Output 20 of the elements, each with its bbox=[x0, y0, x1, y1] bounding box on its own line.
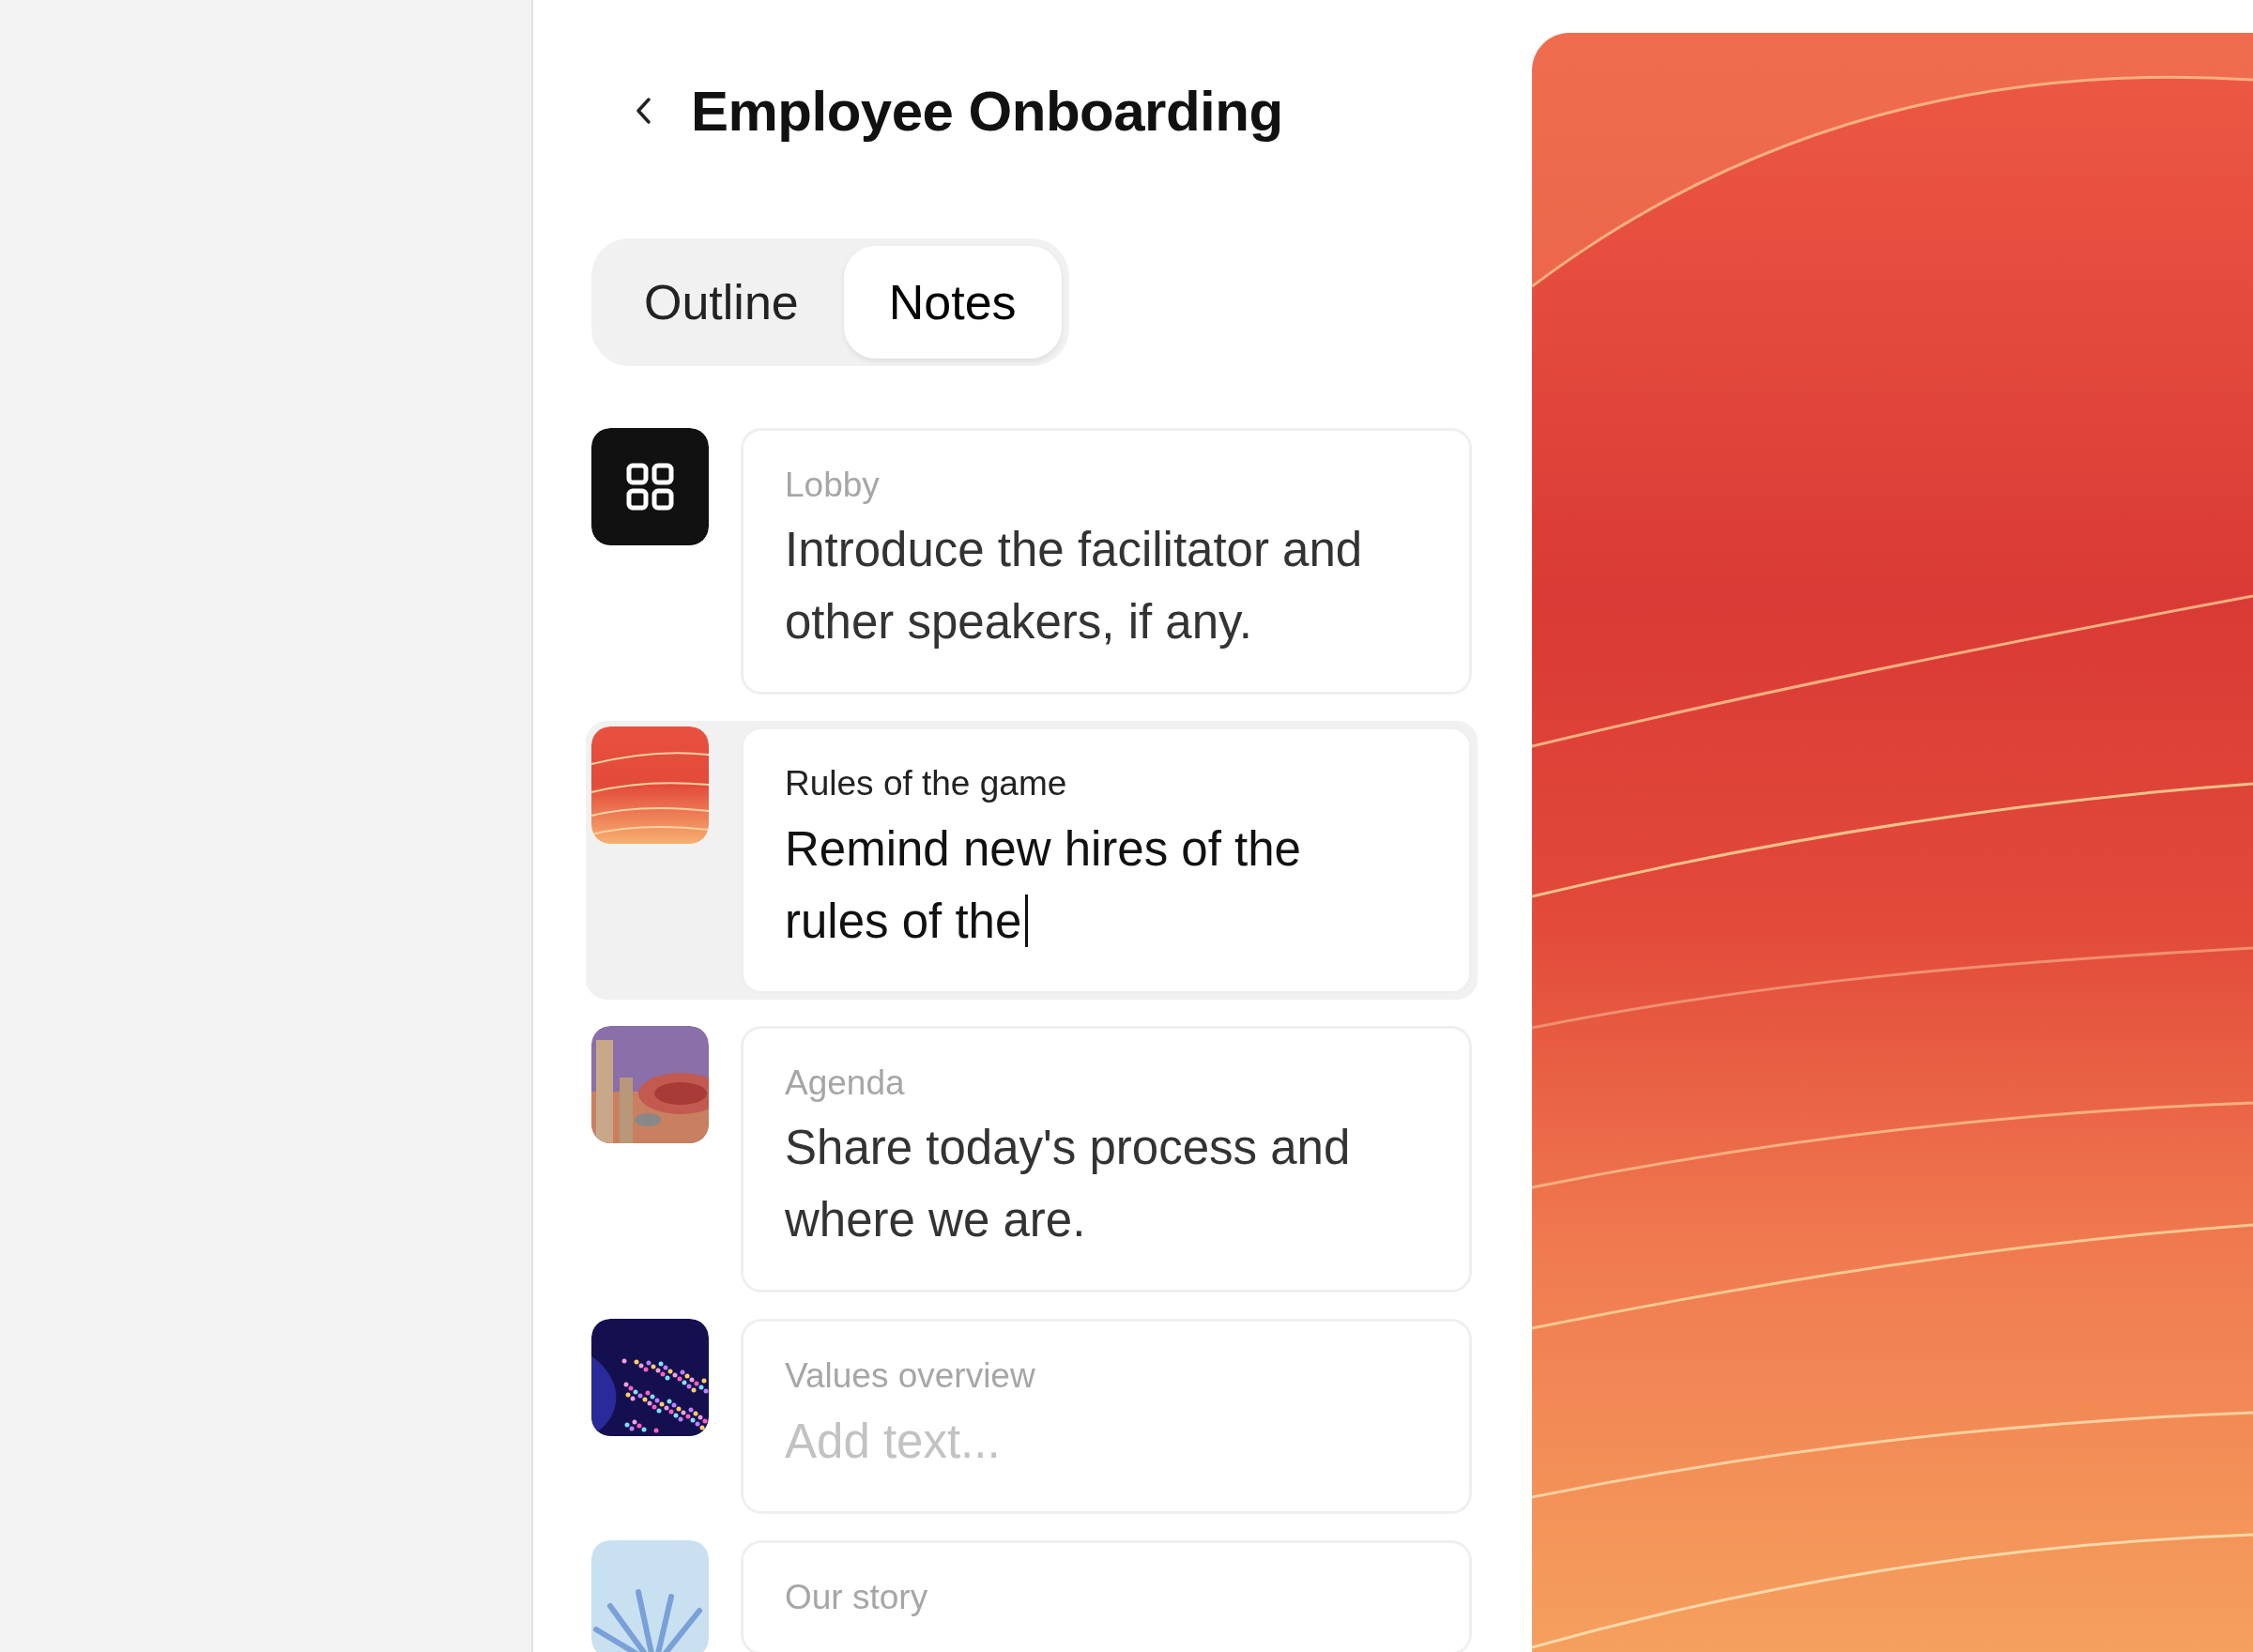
slide-title: Values overview bbox=[785, 1355, 1036, 1398]
note-text: Share today's process and where we are. bbox=[785, 1120, 1352, 1249]
slide-thumbnail[interactable] bbox=[591, 1319, 709, 1437]
note-text: Remind new hires of the rules of the bbox=[785, 812, 1404, 957]
view-tab[interactable]: Notes bbox=[843, 246, 1062, 359]
note-text: Introduce the facilitator and other speakers, if any. bbox=[785, 522, 1364, 651]
slide-thumbnail[interactable] bbox=[591, 727, 709, 845]
note-field[interactable]: Agenda Share today's process and where we are. bbox=[741, 1025, 1472, 1293]
presentation-title: Employee Onboarding bbox=[691, 78, 1283, 144]
slide-title: Lobby bbox=[785, 465, 881, 506]
placeholder-text: Add text... bbox=[785, 1413, 1002, 1470]
grid-icon[interactable] bbox=[591, 428, 709, 545]
note-field[interactable]: Rules of the game Remind new hires of the rules of the bbox=[741, 727, 1472, 994]
slide-title: Agenda bbox=[785, 1062, 906, 1104]
view-tab[interactable]: Outline bbox=[599, 246, 844, 359]
slide-thumbnail[interactable] bbox=[591, 1025, 709, 1143]
slide-title: Our story bbox=[785, 1576, 929, 1618]
note-field[interactable]: Lobby Introduce the facilitator and other speakers, if any. bbox=[741, 428, 1472, 696]
slide-thumbnail[interactable] bbox=[591, 1539, 709, 1652]
slide-title: Rules of the game bbox=[785, 763, 1068, 805]
